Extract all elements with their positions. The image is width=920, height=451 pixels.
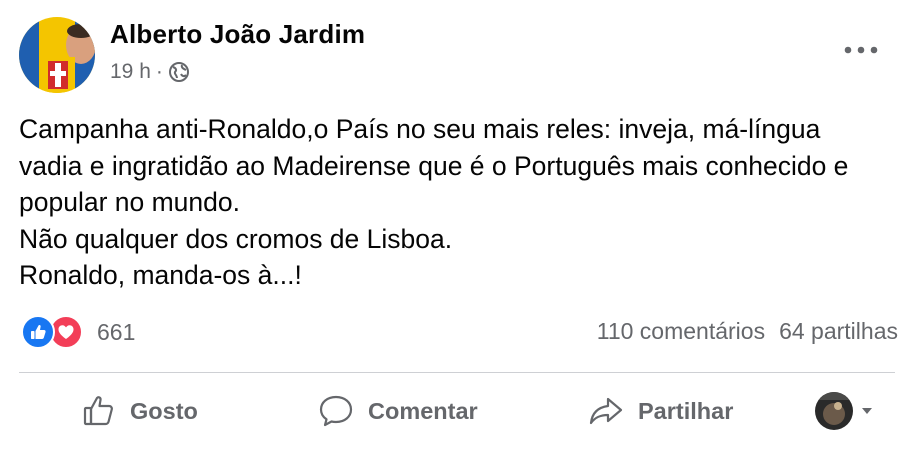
reaction-count[interactable]: 661 [97,319,135,346]
share-label: Partilhar [638,397,734,424]
share-button[interactable]: Partilhar [588,386,733,436]
more-options-icon[interactable] [836,33,886,67]
avatar-image [19,17,95,93]
like-button[interactable]: Gosto [82,386,198,436]
chevron-down-icon [861,402,873,420]
audience-selector[interactable] [815,391,879,431]
post-text-line: popular no mundo. [19,187,240,217]
facebook-post: Alberto João Jardim 19 h · Campanha anti… [0,0,920,451]
current-user-avatar [815,392,853,430]
author-avatar[interactable] [19,17,95,93]
post-timestamp[interactable]: 19 h [110,60,151,84]
comment-icon [319,395,353,427]
meta-separator: · [155,60,163,83]
share-icon [589,397,623,425]
divider [19,372,895,373]
comments-count[interactable]: 110 comentários [597,318,765,345]
post-text: Campanha anti-Ronaldo,o País no seu mais… [19,111,904,294]
globe-icon[interactable] [168,61,190,83]
post-meta: 19 h · [110,60,190,84]
post-text-line: Não qualquer dos cromos de Lisboa. [19,223,453,254]
comment-button[interactable]: Comentar [318,386,478,436]
post-text-line: Ronaldo, manda-os à...! [19,260,302,290]
like-reaction-icon [21,315,55,349]
reactions-summary[interactable]: 661 [21,314,135,350]
author-name[interactable]: Alberto João Jardim [110,19,365,50]
post-text-line: Campanha anti-Ronaldo,o País no seu mais… [19,114,821,144]
thumbs-up-icon [83,396,113,426]
post-stats: 110 comentários 64 partilhas [597,318,898,345]
like-label: Gosto [130,397,198,424]
post-text-line: vadia e ingratidão ao Madeirense que é o… [19,150,849,181]
comment-label: Comentar [368,397,478,424]
shares-count[interactable]: 64 partilhas [779,318,898,345]
